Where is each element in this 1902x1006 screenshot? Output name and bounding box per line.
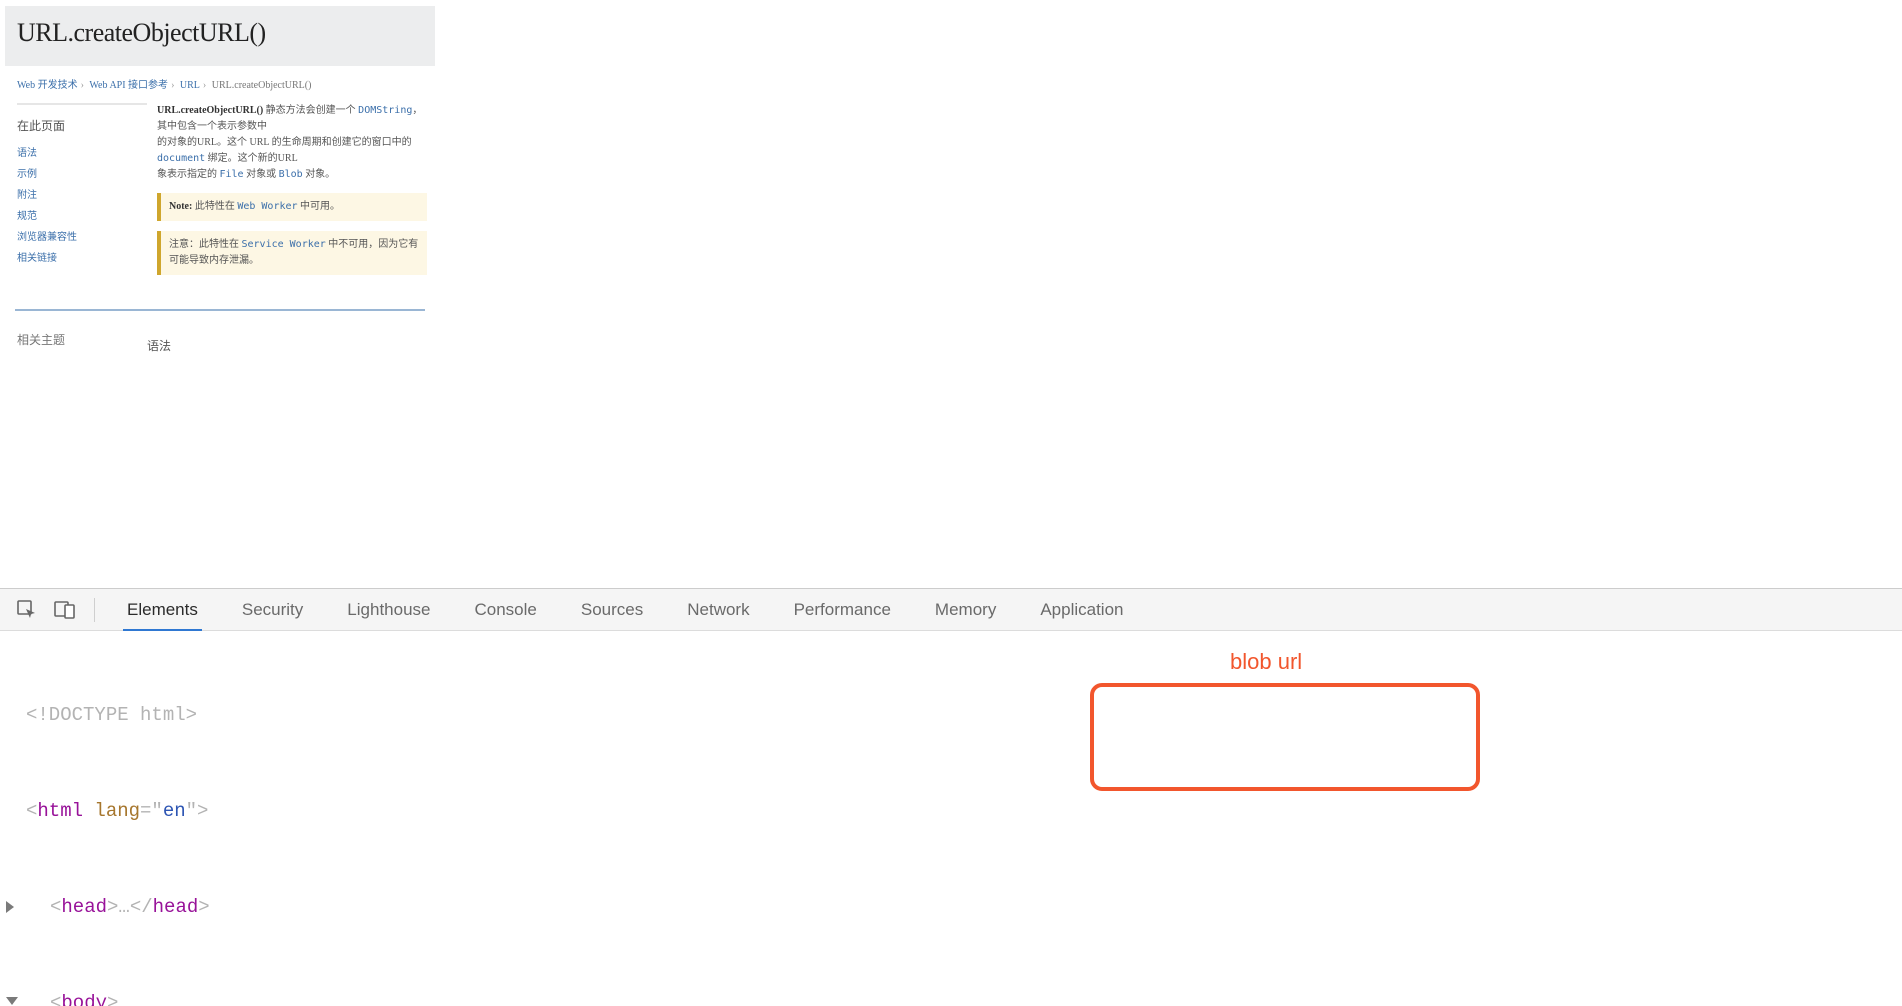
breadcrumb-sep: › — [200, 80, 209, 91]
breadcrumb-current: URL.createObjectURL() — [212, 80, 312, 91]
breadcrumb-link[interactable]: Web 开发技术 — [17, 80, 78, 91]
toc-link[interactable]: 规范 — [17, 207, 147, 222]
tab-memory[interactable]: Memory — [913, 589, 1018, 630]
toc-link[interactable]: 浏览器兼容性 — [17, 228, 147, 243]
tab-console[interactable]: Console — [452, 589, 558, 630]
toc-link[interactable]: 附注 — [17, 186, 147, 201]
code-ref[interactable]: DOMString — [358, 105, 412, 116]
dom-node-html-open[interactable]: <html lang="en"> — [26, 795, 1892, 827]
code-ref[interactable]: document — [157, 153, 205, 164]
expand-icon[interactable] — [6, 901, 14, 913]
article-text: 绑定。这个新的URL — [205, 153, 298, 164]
toc-link[interactable]: 示例 — [17, 165, 147, 180]
mdn-header: URL.createObjectURL() — [5, 6, 435, 66]
devtools-panel: Elements Security Lighthouse Console Sou… — [0, 588, 1902, 1006]
breadcrumb-link[interactable]: URL — [180, 80, 200, 91]
tab-sources[interactable]: Sources — [559, 589, 665, 630]
tab-performance[interactable]: Performance — [772, 589, 913, 630]
note-text: 此特性在 — [192, 201, 237, 212]
article-text: 对象。 — [303, 169, 336, 180]
note-text: 中可用。 — [298, 201, 341, 212]
tab-application[interactable]: Application — [1018, 589, 1145, 630]
article-text: 对象或 — [244, 169, 279, 180]
toc-link[interactable]: 相关链接 — [17, 249, 147, 264]
dom-node-body-open[interactable]: <body> — [26, 987, 1892, 1006]
dom-node-head[interactable]: <head>…</head> — [26, 891, 1892, 923]
dom-doctype: <!DOCTYPE html> — [26, 699, 1892, 731]
toc-sidebar: 在此页面 语法 示例 附注 规范 浏览器兼容性 相关链接 — [17, 103, 147, 281]
code-ref[interactable]: Blob — [279, 169, 303, 180]
syntax-heading: 语法 — [147, 331, 171, 354]
note-text: 注意：此特性在 — [169, 239, 242, 250]
inspect-element-icon[interactable] — [8, 589, 46, 630]
tab-network[interactable]: Network — [665, 589, 771, 630]
tab-security[interactable]: Security — [220, 589, 325, 630]
tab-lighthouse[interactable]: Lighthouse — [325, 589, 452, 630]
tabbar-separator — [94, 598, 95, 622]
breadcrumb-sep: › — [78, 80, 87, 91]
code-ref[interactable]: Service Worker — [242, 239, 326, 250]
devtools-tabbar: Elements Security Lighthouse Console Sou… — [0, 589, 1902, 631]
code-ref[interactable]: Web Worker — [237, 201, 297, 212]
note-box: 注意：此特性在 Service Worker 中不可用，因为它有可能导致内存泄漏… — [157, 231, 427, 275]
code-ref[interactable]: File — [220, 169, 244, 180]
breadcrumb: Web 开发技术› Web API 接口参考› URL› URL.createO… — [5, 66, 435, 97]
collapse-icon[interactable] — [6, 997, 18, 1005]
toc-link[interactable]: 语法 — [17, 144, 147, 159]
dom-tree[interactable]: <!DOCTYPE html> <html lang="en"> <head>…… — [0, 631, 1902, 1006]
page-title: URL.createObjectURL() — [17, 18, 423, 48]
device-toggle-icon[interactable] — [46, 589, 84, 630]
related-title: 相关主题 — [17, 331, 147, 348]
article-text: URL.createObjectURL() — [157, 105, 263, 116]
breadcrumb-link[interactable]: Web API 接口参考 — [89, 80, 168, 91]
tab-elements[interactable]: Elements — [105, 589, 220, 630]
toc-title: 在此页面 — [17, 117, 147, 134]
note-box: Note: 此特性在 Web Worker 中可用。 — [157, 193, 427, 221]
mdn-doc-preview: URL.createObjectURL() Web 开发技术› Web API … — [5, 6, 435, 426]
article-text: 象表示指定的 — [157, 169, 220, 180]
breadcrumb-sep: › — [168, 80, 177, 91]
note-label: Note: — [169, 201, 192, 212]
article-text: 静态方法会创建一个 — [263, 105, 358, 116]
article-text: 的对象的URL。这个 URL 的生命周期和创建它的窗口中的 — [157, 137, 412, 148]
article-body: URL.createObjectURL() 静态方法会创建一个 DOMStrin… — [147, 103, 427, 281]
